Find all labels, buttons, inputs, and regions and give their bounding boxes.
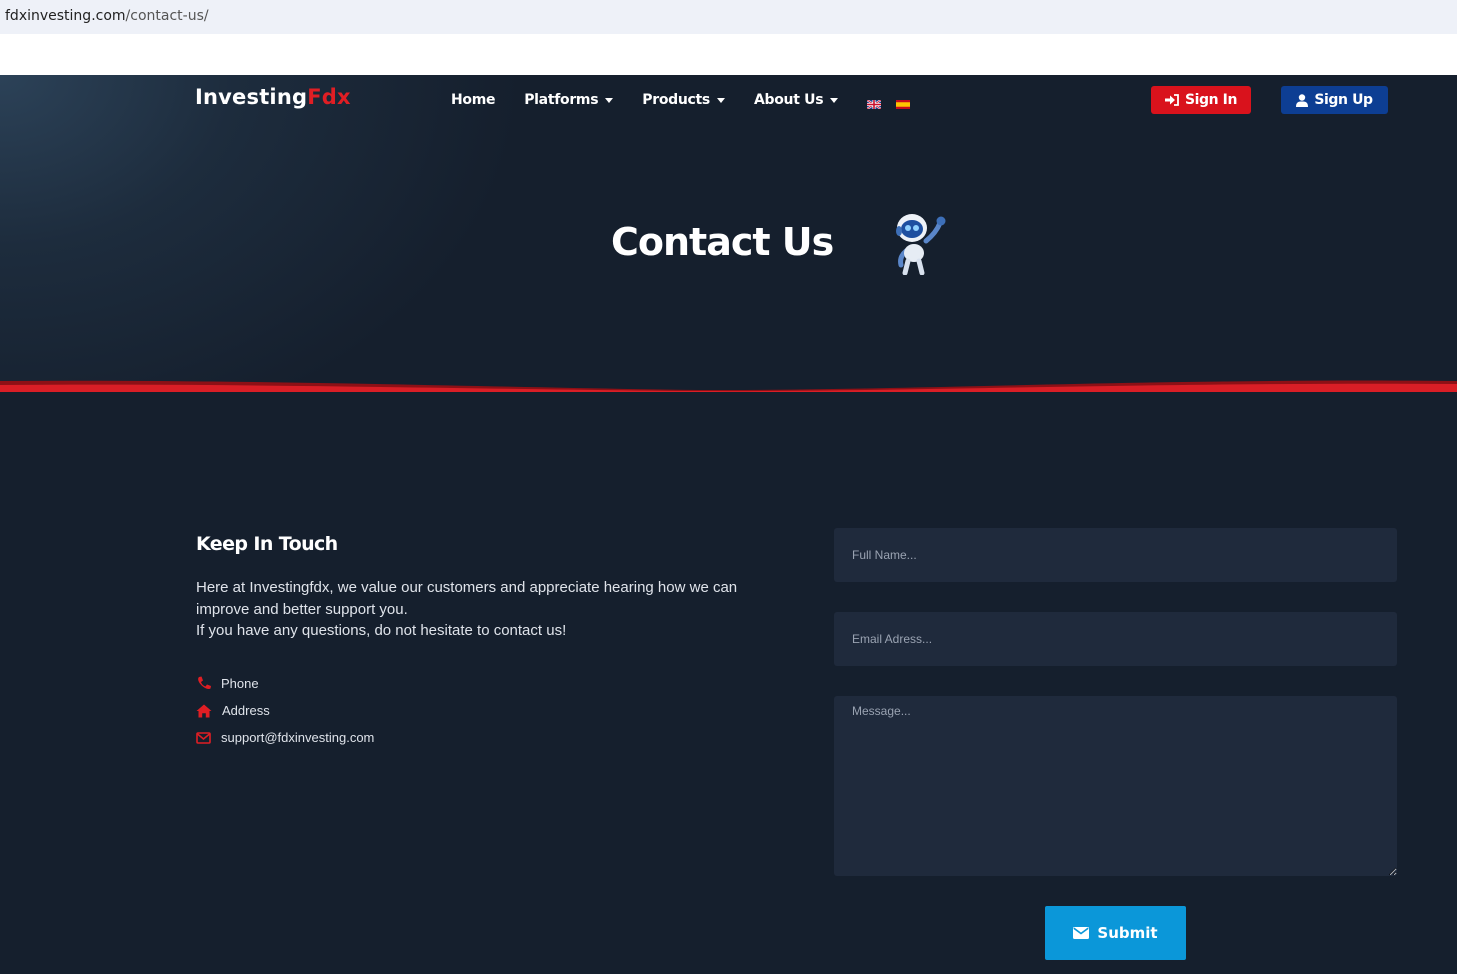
- sign-up-label: Sign Up: [1314, 92, 1373, 108]
- url-domain: fdxinvesting.com: [5, 8, 126, 24]
- logo-accent-text: Fdx: [307, 85, 351, 109]
- message-textarea[interactable]: [834, 696, 1397, 876]
- envelope-icon: [196, 731, 211, 744]
- contact-address-label: Address: [222, 703, 270, 718]
- contact-address[interactable]: Address: [196, 697, 374, 724]
- url-text[interactable]: fdxinvesting.com/contact-us/: [5, 8, 209, 24]
- page-title: Contact Us: [611, 220, 834, 264]
- contact-info-list: Phone Address support@fdxinvesting.com: [196, 670, 374, 751]
- nav-about-us[interactable]: About Us: [753, 92, 839, 108]
- url-path: /contact-us/: [125, 8, 209, 24]
- contact-intro-paragraph-1: Here at Investingfdx, we value our custo…: [196, 579, 738, 618]
- keep-in-touch-heading: Keep In Touch: [196, 533, 338, 555]
- spanish-flag-icon[interactable]: [896, 96, 911, 109]
- english-flag-icon[interactable]: [866, 96, 882, 110]
- chevron-down-icon: [716, 97, 725, 103]
- hero-section: InvestingFdx Home Platforms Products Abo…: [0, 75, 1457, 395]
- nav-platforms-label: Platforms: [524, 92, 599, 108]
- sign-in-icon: [1164, 94, 1179, 106]
- sign-in-button[interactable]: Sign In: [1151, 86, 1251, 114]
- chevron-down-icon: [605, 97, 614, 103]
- browser-blank-strip: [0, 34, 1457, 75]
- submit-button[interactable]: Submit: [1045, 906, 1186, 960]
- nav-products[interactable]: Products: [642, 92, 725, 108]
- contact-email-label: support@fdxinvesting.com: [221, 730, 375, 745]
- envelope-icon: [1073, 927, 1090, 939]
- contact-email[interactable]: support@fdxinvesting.com: [196, 724, 374, 751]
- sign-up-button[interactable]: Sign Up: [1281, 86, 1388, 114]
- email-input[interactable]: [834, 612, 1397, 666]
- nav-platforms[interactable]: Platforms: [524, 92, 614, 108]
- contact-phone[interactable]: Phone: [196, 670, 374, 697]
- site-logo[interactable]: InvestingFdx: [195, 85, 351, 109]
- nav-products-label: Products: [642, 92, 710, 108]
- hero-wave-divider: [0, 380, 1457, 395]
- chevron-down-icon: [830, 97, 839, 103]
- contact-phone-label: Phone: [221, 676, 259, 691]
- submit-label: Submit: [1097, 924, 1158, 942]
- browser-url-bar[interactable]: fdxinvesting.com/contact-us/: [0, 0, 1457, 34]
- nav-home-label: Home: [451, 92, 496, 108]
- contact-intro-text: Here at Investingfdx, we value our custo…: [196, 577, 756, 642]
- nav-home[interactable]: Home: [451, 92, 496, 108]
- full-name-input[interactable]: [834, 528, 1397, 582]
- phone-icon: [198, 676, 211, 690]
- user-icon: [1296, 93, 1309, 107]
- home-icon: [196, 704, 212, 717]
- contact-intro-paragraph-2: If you have any questions, do not hesita…: [196, 622, 567, 639]
- main-nav: Home Platforms Products About Us: [451, 92, 925, 110]
- robot-mascot-icon: [896, 214, 946, 275]
- sign-in-label: Sign In: [1184, 92, 1238, 108]
- logo-main-text: Investing: [195, 85, 308, 109]
- nav-about-us-label: About Us: [753, 92, 824, 108]
